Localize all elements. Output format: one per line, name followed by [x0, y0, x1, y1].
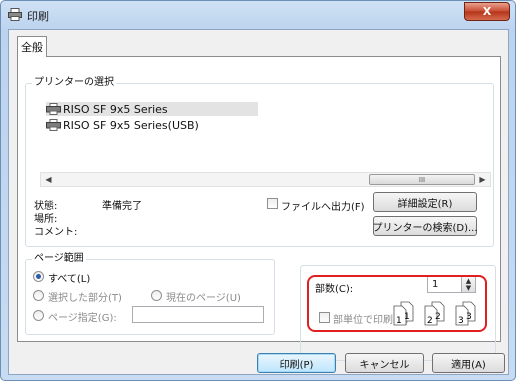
- grip-icon: III: [418, 175, 426, 184]
- printer-item-riso[interactable]: RISO SF 9x5 Series: [46, 102, 258, 116]
- preferences-button[interactable]: 詳細設定(R): [373, 192, 477, 212]
- close-button[interactable]: X: [464, 2, 510, 21]
- printer-item-riso-usb[interactable]: RISO SF 9x5 Series(USB): [46, 118, 199, 132]
- title-bar: 印刷 X: [1, 1, 515, 29]
- page-range-group: ページ範囲 すべて(L) 選択した部分(T) 現在のページ(U) ページ指定(G…: [25, 253, 275, 335]
- printer-icon: [8, 8, 22, 21]
- page-range-all-radio[interactable]: [33, 271, 44, 282]
- close-icon: X: [482, 5, 492, 18]
- cancel-button[interactable]: キャンセル: [345, 353, 424, 373]
- page-range-input[interactable]: [132, 306, 264, 323]
- page-range-all-label: すべて(L): [48, 274, 91, 285]
- apply-button[interactable]: 適用(A): [432, 353, 505, 373]
- page-range-current-label: 現在のページ(U): [166, 293, 241, 304]
- scroll-thumb[interactable]: III: [369, 174, 475, 185]
- tab-general[interactable]: 全般: [17, 36, 47, 57]
- printer-list-scrollbar[interactable]: ◀ III ▶: [40, 172, 491, 187]
- page-range-current-radio[interactable]: [151, 290, 162, 301]
- status-value: 準備完了: [102, 201, 142, 212]
- print-dialog: 印刷 X 全般 プリンターの選択 RISO SF 9x5 Series RISO…: [0, 0, 516, 381]
- printer-name: RISO SF 9x5 Series: [63, 102, 168, 116]
- printer-select-legend: プリンターの選択: [32, 77, 116, 89]
- page-range-legend: ページ範囲: [32, 253, 86, 265]
- printer-icon: [46, 103, 61, 115]
- page-range-selection-label: 選択した部分(T): [48, 293, 122, 304]
- window-title: 印刷: [27, 10, 49, 23]
- comment-label: コメント:: [34, 227, 78, 238]
- printer-icon: [46, 119, 61, 131]
- printer-list[interactable]: RISO SF 9x5 Series RISO SF 9x5 Series(US…: [40, 96, 491, 170]
- printer-select-group: プリンターの選択 RISO SF 9x5 Series RISO SF 9x5 …: [25, 77, 494, 247]
- page-range-pages-radio[interactable]: [33, 310, 44, 321]
- printer-name: RISO SF 9x5 Series(USB): [63, 118, 199, 132]
- print-to-file-label: ファイルへ出力(F): [281, 202, 365, 213]
- print-button[interactable]: 印刷(P): [257, 353, 336, 373]
- print-to-file-checkbox[interactable]: [267, 198, 278, 209]
- page-range-selection-radio[interactable]: [33, 290, 44, 301]
- collate-highlight: [307, 275, 487, 332]
- scroll-left-icon[interactable]: ◀: [41, 173, 56, 186]
- page-range-pages-label: ページ指定(G):: [48, 313, 117, 324]
- scroll-right-icon[interactable]: ▶: [475, 173, 490, 186]
- find-printer-button[interactable]: プリンターの検索(D)...: [372, 216, 478, 236]
